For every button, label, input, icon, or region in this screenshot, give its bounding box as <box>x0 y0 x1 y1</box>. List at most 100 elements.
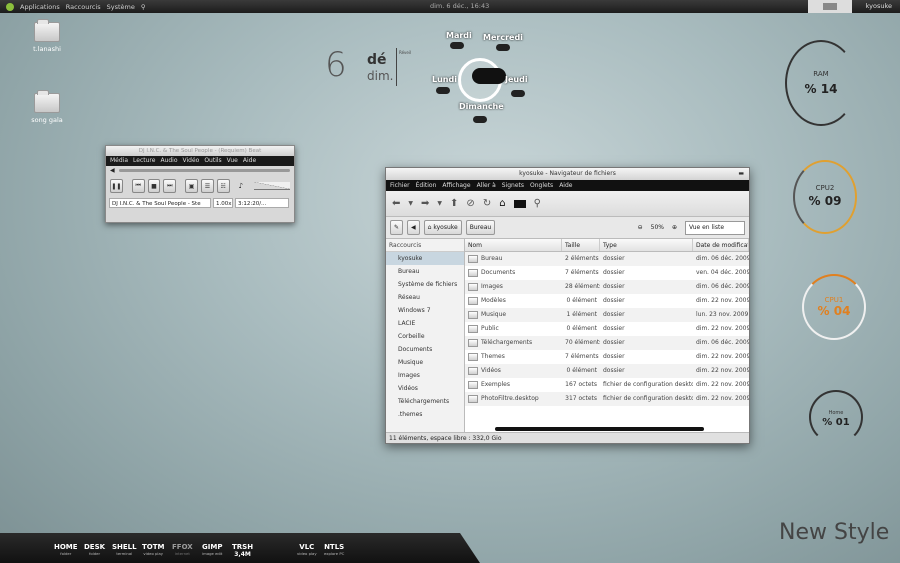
back-icon[interactable]: ⬅ <box>392 198 400 209</box>
dock-item-totm[interactable]: TOTM video play <box>142 543 164 556</box>
dock-item-trsh[interactable]: TRSH 3,4M <box>232 543 253 558</box>
sidebar-item[interactable]: Réseau <box>386 291 464 304</box>
dock-item-shell[interactable]: SHELL terminal <box>112 543 137 556</box>
fm-menu-edition[interactable]: Édition <box>416 180 437 191</box>
chevron-down-icon[interactable]: ▼ <box>437 200 442 207</box>
menu-systeme[interactable]: Système <box>107 3 135 11</box>
player-menu-aide[interactable]: Aide <box>243 156 256 166</box>
sidebar-item[interactable]: Documents <box>386 343 464 356</box>
volume-slider[interactable] <box>254 182 291 190</box>
sidebar-item[interactable]: Système de fichiers <box>386 278 464 291</box>
sidebar-item[interactable]: kyosuke <box>386 252 464 265</box>
column-date[interactable]: Date de modificati <box>693 239 749 251</box>
dock-item-desk[interactable]: DESK folder <box>84 543 105 556</box>
pause-button[interactable]: ❚❚ <box>110 179 123 193</box>
crumb-kyosuke[interactable]: ⌂ kyosuke <box>423 220 462 235</box>
zoom-out-icon[interactable]: ⊖ <box>638 224 643 231</box>
player-title[interactable]: DJ I.N.C. & The Soul People - (Requiem) … <box>106 146 294 156</box>
table-row[interactable]: Musique 1 élément dossier lun. 23 nov. 2009 <box>465 308 749 322</box>
zoom-in-icon[interactable]: ⊕ <box>672 224 677 231</box>
sidebar-item[interactable]: Images <box>386 369 464 382</box>
table-row[interactable]: Bureau 2 éléments dossier dim. 06 déc. 2009 <box>465 252 749 266</box>
table-row[interactable]: Images 28 éléments dossier dim. 06 déc. 200… <box>465 280 749 294</box>
media-player-window[interactable]: DJ I.N.C. & The Soul People - (Requiem) … <box>105 145 295 223</box>
sidebar-item[interactable]: Windows 7 <box>386 304 464 317</box>
calendar-divider <box>396 48 397 86</box>
volume-icon[interactable]: ♪ <box>239 182 243 190</box>
dock-item-ntls[interactable]: NTLS explore PC <box>324 543 344 556</box>
column-size[interactable]: Taille <box>562 239 600 251</box>
equalizer-button[interactable]: ☵ <box>216 179 230 193</box>
previous-button[interactable]: ⏮ <box>131 179 145 193</box>
edit-location-icon[interactable]: ✎ <box>390 220 404 235</box>
column-name[interactable]: Nom <box>465 239 562 251</box>
desktop-folder[interactable]: t.lanashi <box>17 19 77 53</box>
stop-button[interactable]: ■ <box>147 179 161 193</box>
table-row[interactable]: PhotoFiltre.desktop 317 octets fichier de … <box>465 392 749 406</box>
sidebar-item[interactable]: Corbeille <box>386 330 464 343</box>
fm-menu-aide[interactable]: Aide <box>559 180 572 191</box>
user-menu[interactable]: kyosuke <box>866 2 892 10</box>
column-type[interactable]: Type <box>600 239 693 251</box>
panel-clock[interactable]: dim. 6 déc., 16:43 <box>430 2 489 10</box>
desktop-folder[interactable]: song gala <box>17 90 77 124</box>
crumb-bureau[interactable]: Bureau <box>465 220 496 235</box>
playback-rate[interactable]: 1.00x <box>213 198 233 208</box>
fullscreen-button[interactable]: ▣ <box>185 179 198 193</box>
menu-raccourcis[interactable]: Raccourcis <box>66 3 101 11</box>
view-select[interactable]: Vue en liste <box>685 220 745 235</box>
menu-applications[interactable]: Applications <box>20 3 60 11</box>
table-row[interactable]: Documents 7 éléments dossier ven. 04 déc. 2… <box>465 266 749 280</box>
player-menu-outils[interactable]: Outils <box>204 156 221 166</box>
playlist-button[interactable]: ☰ <box>200 179 214 193</box>
player-menu-media[interactable]: Média <box>110 156 128 166</box>
sidebar-item[interactable]: Musique <box>386 356 464 369</box>
up-icon[interactable]: ⬆ <box>450 198 458 209</box>
search-icon[interactable]: ⚲ <box>141 3 146 11</box>
sidebar-item[interactable]: Vidéos <box>386 382 464 395</box>
table-row[interactable]: Themes 7 éléments dossier dim. 22 nov. 2009 <box>465 350 749 364</box>
fm-menu-onglets[interactable]: Onglets <box>530 180 553 191</box>
fm-menu-aller[interactable]: Aller à <box>477 180 496 191</box>
seek-handle-icon[interactable]: ◀ <box>110 167 115 174</box>
sidebar-header[interactable]: Raccourcis <box>386 239 464 252</box>
dock-item-vlc[interactable]: VLC video play <box>297 543 317 556</box>
seek-bar[interactable] <box>118 169 290 172</box>
table-row[interactable]: Exemples 167 octets fichier de configurati… <box>465 378 749 392</box>
chevron-down-icon[interactable]: ▼ <box>408 200 413 207</box>
next-button[interactable]: ⏭ <box>163 179 177 193</box>
workspace-switcher[interactable] <box>808 0 852 13</box>
file-manager-window[interactable]: kyosuke - Navigateur de fichiers ▬ Fichi… <box>385 167 750 444</box>
computer-icon[interactable] <box>513 199 526 208</box>
horizontal-scrollbar[interactable] <box>495 427 704 431</box>
fm-menu-fichier[interactable]: Fichier <box>390 180 410 191</box>
dock-label: TOTM <box>142 543 165 551</box>
table-row[interactable]: Public 0 élément dossier dim. 22 nov. 2009 <box>465 322 749 336</box>
stop-icon[interactable]: ⊘ <box>466 198 474 209</box>
sidebar-item[interactable]: Bureau <box>386 265 464 278</box>
dock-item-gimp[interactable]: GIMP image edit <box>202 543 222 556</box>
distro-icon[interactable] <box>6 2 14 11</box>
home-icon[interactable]: ⌂ <box>499 198 505 209</box>
reload-icon[interactable]: ↻ <box>483 198 491 209</box>
table-row[interactable]: Modèles 0 élément dossier dim. 22 nov. 2009 <box>465 294 749 308</box>
player-menu-vue[interactable]: Vue <box>227 156 238 166</box>
fm-menu-signets[interactable]: Signets <box>502 180 524 191</box>
player-menu-video[interactable]: Vidéo <box>183 156 200 166</box>
crumb-left-icon[interactable]: ◀ <box>407 220 420 235</box>
table-row[interactable]: Téléchargements 70 éléments dossier dim. 06… <box>465 336 749 350</box>
dock-item-home[interactable]: HOME folder <box>54 543 78 556</box>
player-menu-lecture[interactable]: Lecture <box>133 156 155 166</box>
dock-item-ffox[interactable]: FFOX internet <box>172 543 193 556</box>
sidebar-item[interactable]: LACIE <box>386 317 464 330</box>
close-icon[interactable]: ▬ <box>738 168 744 180</box>
fm-titlebar[interactable]: kyosuke - Navigateur de fichiers ▬ <box>386 168 749 180</box>
sidebar-item[interactable]: .themes <box>386 408 464 421</box>
sidebar-item[interactable]: Téléchargements <box>386 395 464 408</box>
search-icon[interactable]: ⚲ <box>534 198 541 209</box>
forward-icon[interactable]: ➡ <box>421 198 429 209</box>
player-menu-audio[interactable]: Audio <box>160 156 177 166</box>
fm-menu-affichage[interactable]: Affichage <box>442 180 470 191</box>
file-size: 1 élément <box>566 311 597 318</box>
table-row[interactable]: Vidéos 0 élément dossier dim. 22 nov. 2009 <box>465 364 749 378</box>
